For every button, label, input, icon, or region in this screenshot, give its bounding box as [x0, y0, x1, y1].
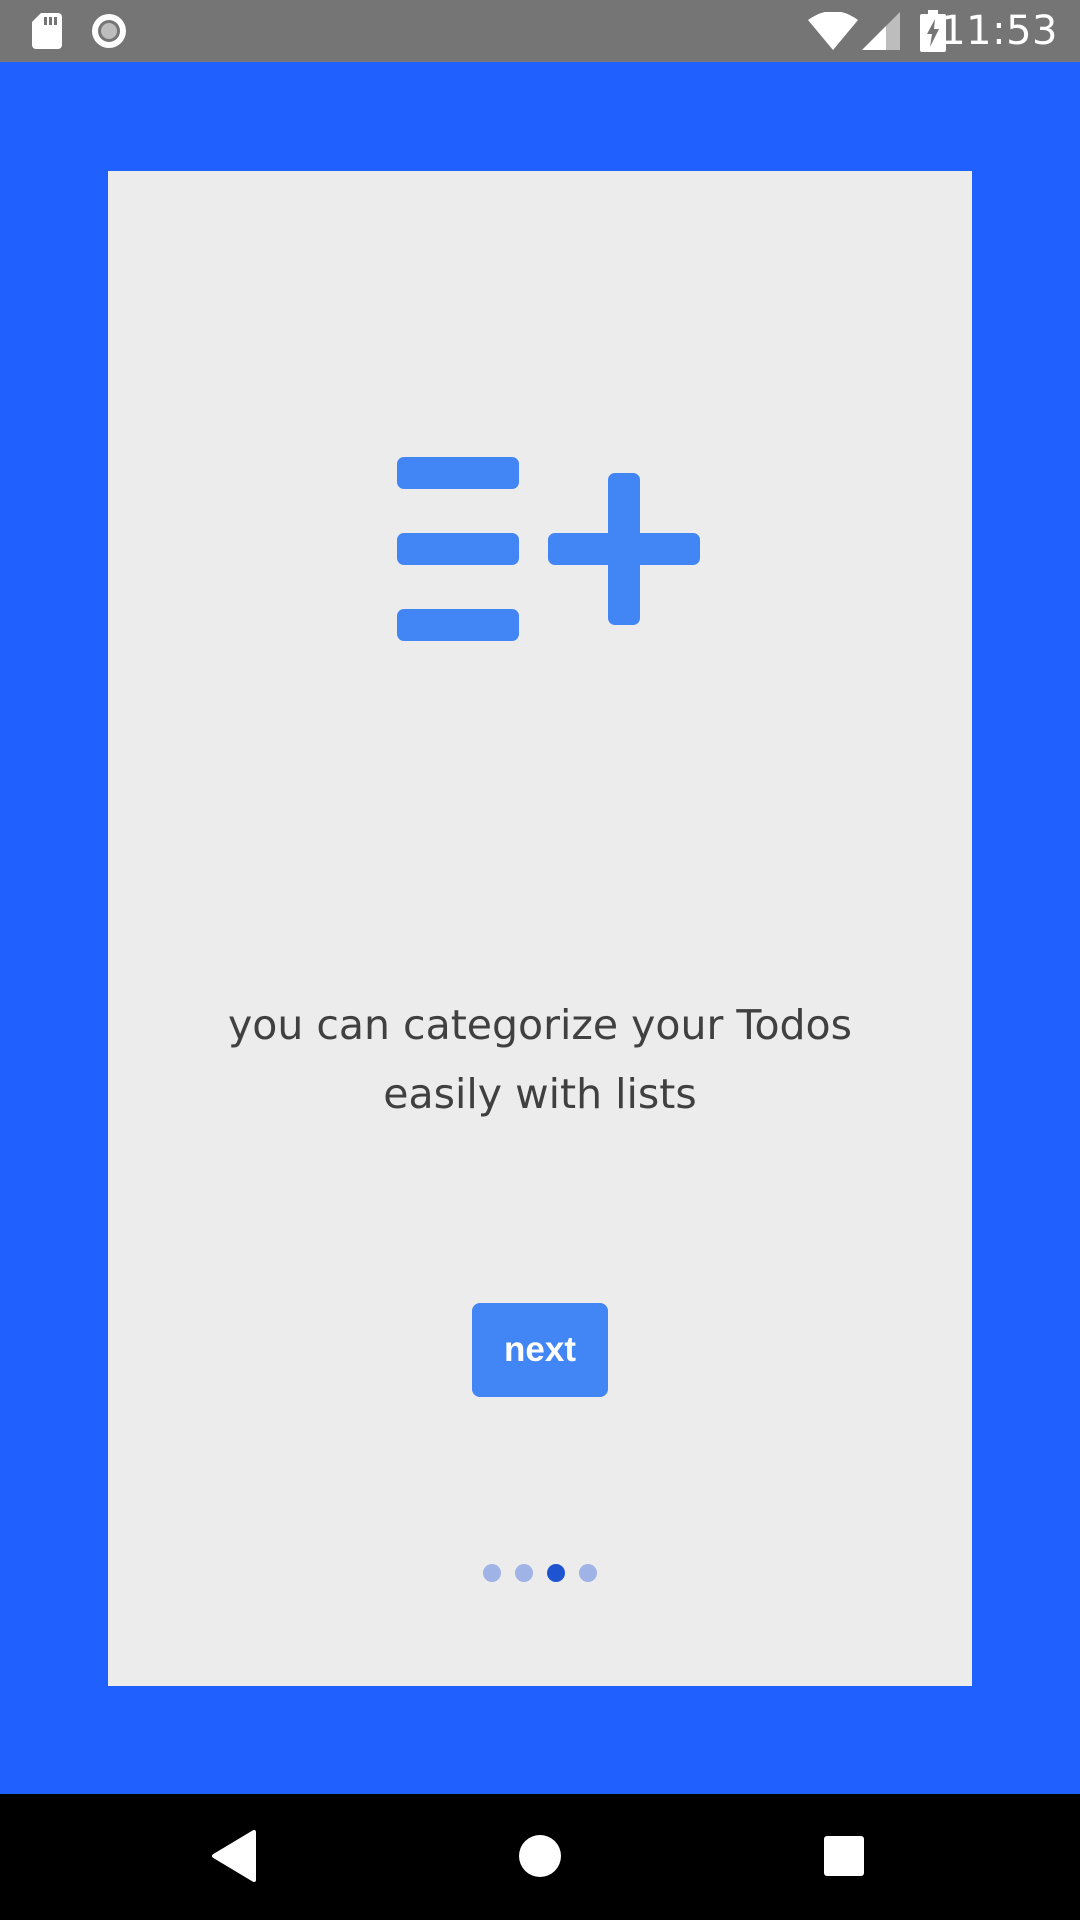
- home-icon[interactable]: [510, 1826, 570, 1886]
- recents-icon[interactable]: [814, 1826, 874, 1886]
- onboarding-headline: you can categorize your Todos easily wit…: [108, 991, 972, 1129]
- status-time: 11:53: [940, 8, 1058, 54]
- onboarding-card: you can categorize your Todos easily wit…: [108, 171, 972, 1686]
- sd-card-icon: [32, 13, 62, 49]
- next-button[interactable]: next: [472, 1303, 608, 1397]
- page-indicator: [108, 1564, 972, 1584]
- headline-line-2: easily with lists: [383, 1070, 697, 1118]
- onboarding-screen: 11:53 you can categorize your Todos easi…: [0, 0, 1080, 1920]
- wifi-icon: [808, 12, 858, 50]
- navigation-bar: [0, 1794, 1080, 1920]
- page-dot-2[interactable]: [515, 1564, 533, 1582]
- back-icon[interactable]: [206, 1826, 266, 1886]
- status-bar: 11:53: [0, 0, 1080, 62]
- playlist-add-icon: [397, 457, 700, 641]
- signal-icon: [862, 12, 900, 50]
- page-dot-3-active[interactable]: [547, 1564, 565, 1582]
- page-dot-4[interactable]: [579, 1564, 597, 1582]
- headline-line-1: you can categorize your Todos: [227, 1001, 852, 1049]
- sync-icon: [92, 14, 126, 48]
- page-dot-1[interactable]: [483, 1564, 501, 1582]
